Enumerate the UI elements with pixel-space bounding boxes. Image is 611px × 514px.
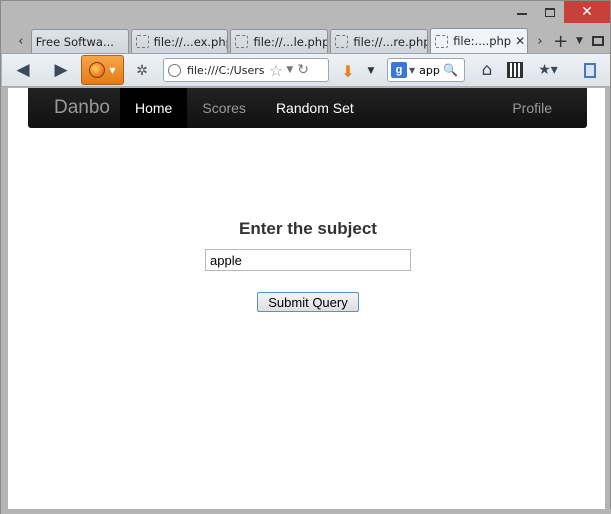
title-bar: ✕ ‹ Free Softwa... file://...ex.php file… <box>1 1 610 53</box>
sidebar-button[interactable] <box>582 61 598 79</box>
tab-strip: ‹ Free Softwa... file://...ex.php file:/… <box>11 28 609 53</box>
tab-free-software[interactable]: Free Softwa... <box>30 29 129 53</box>
chevron-down-icon: ▼ <box>367 66 375 76</box>
extension-icon: ✲ <box>136 63 148 79</box>
tab-close-icon[interactable]: ✕ <box>511 34 525 48</box>
chevron-down-icon[interactable]: ▼ <box>409 66 415 75</box>
minimize-button[interactable] <box>508 1 536 23</box>
address-bar[interactable]: ☆ ▼ ↻ <box>163 58 329 82</box>
back-button[interactable]: ◀ <box>12 60 34 80</box>
tab-label: file://...ex.php <box>153 34 229 49</box>
search-icon[interactable]: 🔍 <box>443 63 458 77</box>
tab-label: file://...re.php <box>353 34 429 49</box>
chevron-down-icon: ▼ <box>575 36 583 46</box>
home-icon: ⌂ <box>481 60 493 80</box>
minimize-icon <box>517 13 527 15</box>
search-input[interactable] <box>419 63 442 77</box>
page-content: Danbo Home Scores Random Set Profile Ent… <box>8 88 605 509</box>
tab-scroll-right-button[interactable]: › <box>530 29 550 53</box>
browser-window: ✕ ‹ Free Softwa... file://...ex.php file… <box>0 0 611 514</box>
tab-index-php[interactable]: file://...ex.php <box>130 29 229 53</box>
address-input[interactable] <box>187 63 267 77</box>
chevron-down-icon: ▼ <box>109 65 116 75</box>
firefox-icon <box>89 62 106 78</box>
bookmarks-button[interactable]: ★▾ <box>533 60 563 80</box>
tab-scroll-left-button[interactable]: ‹ <box>11 29 31 53</box>
page-icon <box>135 35 149 48</box>
home-button[interactable]: ⌂ <box>477 60 497 80</box>
close-icon: ✕ <box>581 4 593 20</box>
tab-label: file:....php <box>453 34 512 48</box>
chevron-right-icon: › <box>537 33 543 49</box>
tab-groups-button[interactable] <box>587 29 609 53</box>
tab-active[interactable]: file:....php ✕ <box>430 28 529 53</box>
star-icon[interactable]: ☆ <box>269 61 283 80</box>
chevron-left-icon: ‹ <box>18 33 24 49</box>
page-icon <box>335 35 349 48</box>
form-title: Enter the subject <box>239 219 377 238</box>
subject-form: Enter the subject Submit Query <box>8 88 605 509</box>
extension-button[interactable]: ✲ <box>133 62 151 80</box>
search-bar[interactable]: g ▼ 🔍 <box>387 58 465 82</box>
list-all-tabs-button[interactable]: ▼ <box>572 29 588 53</box>
firefox-menu-button[interactable]: ▼ <box>81 55 124 85</box>
forward-button[interactable]: ▶ <box>50 60 72 80</box>
plus-icon: + <box>553 30 569 52</box>
submit-query-button[interactable]: Submit Query <box>257 292 359 312</box>
window-bottom-border <box>1 509 611 514</box>
back-arrow-icon: ◀ <box>16 60 30 80</box>
new-tab-button[interactable]: + <box>550 29 572 53</box>
tab-label: file://...le.php <box>253 34 329 49</box>
page-icon <box>235 35 249 48</box>
forward-arrow-icon: ▶ <box>54 60 68 80</box>
maximize-button[interactable] <box>536 1 564 23</box>
tab-re-php[interactable]: file://...re.php <box>330 29 429 53</box>
tab-groups-icon <box>592 36 605 46</box>
tab-le-php[interactable]: file://...le.php <box>230 29 329 53</box>
reload-icon[interactable]: ↻ <box>297 62 309 78</box>
qr-code-icon <box>507 62 523 78</box>
download-button[interactable]: ⬇ <box>340 61 356 81</box>
download-menu-button[interactable]: ▼ <box>364 62 378 80</box>
maximize-icon <box>545 7 555 17</box>
close-window-button[interactable]: ✕ <box>564 1 610 23</box>
sidebar-icon <box>584 62 596 78</box>
bookmarks-icon: ★▾ <box>538 62 558 78</box>
globe-icon <box>168 63 181 77</box>
window-controls: ✕ <box>508 1 610 23</box>
tab-label: Free Softwa... <box>35 34 114 49</box>
google-icon[interactable]: g <box>391 62 407 78</box>
qr-code-button[interactable] <box>506 61 524 79</box>
navigation-toolbar: ◀ ▶ ▼ ✲ ☆ ▼ ↻ ⬇ ▼ g ▼ 🔍 ⌂ ★▾ <box>2 53 610 87</box>
download-icon: ⬇ <box>341 61 355 81</box>
page-icon <box>435 34 449 48</box>
subject-input[interactable] <box>205 249 411 271</box>
chevron-down-icon[interactable]: ▼ <box>286 65 293 75</box>
